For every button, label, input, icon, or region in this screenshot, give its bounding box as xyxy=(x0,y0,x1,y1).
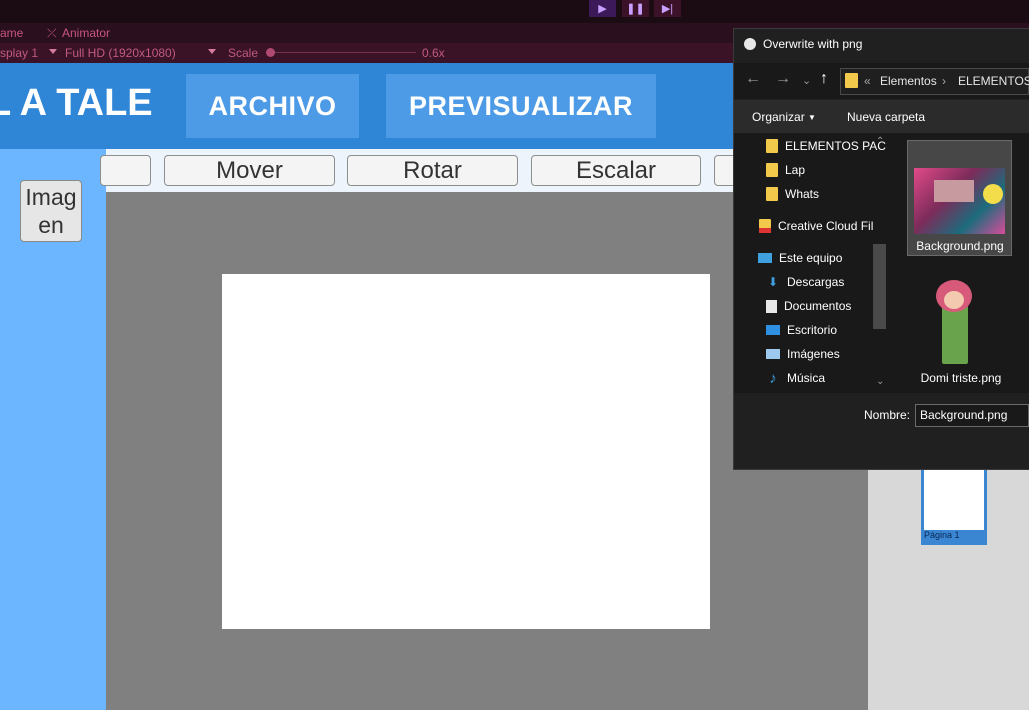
tree-item[interactable]: Imágenes xyxy=(766,343,840,365)
back-arrow-icon[interactable]: ← xyxy=(745,70,761,88)
tree-item-label: Creative Cloud Fil xyxy=(778,219,874,233)
page-thumbnail-label: Página 1 xyxy=(924,530,960,540)
tree-item[interactable]: ♪ Música xyxy=(766,367,825,389)
up-arrow-icon[interactable]: ↑ xyxy=(820,70,828,88)
tree-item[interactable]: Este equipo xyxy=(758,247,842,269)
file-name-input[interactable]: Background.png xyxy=(915,404,1029,427)
display-dropdown[interactable]: splay 1 xyxy=(0,43,38,63)
tree-item[interactable]: Documentos xyxy=(766,295,851,317)
scale-value: 0.6x xyxy=(422,46,445,60)
preview-button[interactable]: PREVISUALIZAR xyxy=(386,74,656,138)
scale-label: Scale xyxy=(228,46,259,60)
creative-cloud-folder-icon xyxy=(759,219,771,233)
tab-animator[interactable]: Animator xyxy=(62,23,110,43)
tree-item[interactable]: Escritorio xyxy=(766,319,837,341)
tree-scrollbar[interactable] xyxy=(873,244,886,329)
scale-button[interactable]: Escalar xyxy=(531,155,701,186)
folder-icon xyxy=(766,139,778,153)
music-icon: ♪ xyxy=(769,369,777,387)
pictures-icon xyxy=(766,349,780,359)
organize-menu[interactable]: Organizar xyxy=(752,110,805,124)
tree-item-label: Whats xyxy=(785,187,820,201)
file-thumbnail-detail xyxy=(944,291,964,309)
tree-item-label: Música xyxy=(787,371,826,385)
chevron-down-icon[interactable]: ⌄ xyxy=(802,74,811,87)
folder-tree: ELEMENTOS PAC Lap Whats Creative Cloud F… xyxy=(734,133,890,393)
tool-button-partial[interactable] xyxy=(100,155,151,186)
breadcrumb-item[interactable]: ELEMENTOS P xyxy=(958,74,1029,88)
animator-icon: ⤫ xyxy=(47,26,57,40)
new-folder-button[interactable]: Nueva carpeta xyxy=(847,110,925,124)
chevron-down-icon: ▼ xyxy=(808,113,816,122)
pause-button[interactable]: ❚❚ xyxy=(622,0,649,17)
file-thumbnail-detail xyxy=(934,180,974,202)
scroll-down-icon[interactable]: ⌄ xyxy=(876,376,884,387)
tree-item-label: ELEMENTOS PAC xyxy=(785,139,886,153)
move-button[interactable]: Mover xyxy=(164,155,335,186)
pause-icon: ❚❚ xyxy=(626,3,645,15)
dialog-title: Overwrite with png xyxy=(763,37,863,51)
desktop-icon xyxy=(766,325,780,335)
play-icon: ▶ xyxy=(598,3,607,15)
step-icon: ▶| xyxy=(661,3,674,15)
image-button-label: Imag en xyxy=(25,184,77,238)
archivo-button[interactable]: ARCHIVO xyxy=(186,74,359,138)
document-icon xyxy=(766,299,777,313)
chevron-down-icon xyxy=(49,49,57,54)
tree-item-label: Descargas xyxy=(787,275,845,289)
tree-item[interactable]: Lap xyxy=(766,159,805,181)
tree-item[interactable]: Whats xyxy=(766,183,819,205)
scale-slider-handle[interactable] xyxy=(266,48,275,57)
editor-toolbar xyxy=(0,0,1029,23)
folder-icon xyxy=(766,187,778,201)
file-name[interactable]: Domi triste.png xyxy=(910,371,1012,385)
tree-item[interactable]: ELEMENTOS PAC xyxy=(766,135,886,157)
page-thumbnail-preview xyxy=(924,470,984,530)
tree-item-label: Lap xyxy=(785,163,806,177)
breadcrumb-overflow-icon[interactable]: « xyxy=(864,74,871,88)
unity-icon xyxy=(744,38,756,50)
download-icon: ⬇ xyxy=(767,275,779,289)
play-button[interactable]: ▶ xyxy=(589,0,616,17)
tree-item-label: Este equipo xyxy=(779,251,843,265)
scale-slider-track[interactable] xyxy=(270,52,416,53)
scroll-up-icon[interactable]: ⌃ xyxy=(876,136,884,147)
step-button[interactable]: ▶| xyxy=(654,0,681,17)
tree-item[interactable]: ⬇ Descargas xyxy=(766,271,844,293)
breadcrumb-separator-icon: › xyxy=(942,74,946,88)
forward-arrow-icon[interactable]: → xyxy=(775,70,791,88)
file-thumbnail-detail xyxy=(983,184,1003,204)
tab-game[interactable]: ame xyxy=(0,23,23,43)
chevron-down-icon xyxy=(208,49,216,54)
tree-item[interactable]: Creative Cloud Fil xyxy=(759,215,873,237)
tree-item-label: Documentos xyxy=(784,299,852,313)
resolution-dropdown[interactable]: Full HD (1920x1080) xyxy=(65,43,176,63)
tree-item-label: Escritorio xyxy=(787,323,838,337)
computer-icon xyxy=(758,253,772,263)
folder-icon xyxy=(845,73,858,88)
app-title: L A TALE xyxy=(0,82,153,124)
breadcrumb-item[interactable]: Elementos xyxy=(880,74,937,88)
tree-item-label: Imágenes xyxy=(787,347,840,361)
rotate-button[interactable]: Rotar xyxy=(347,155,518,186)
file-name: Background.png xyxy=(916,239,1004,253)
folder-icon xyxy=(766,163,778,177)
image-button[interactable]: Imag en xyxy=(20,180,82,242)
canvas-page[interactable] xyxy=(222,274,710,629)
file-name-label: Nombre: xyxy=(864,408,911,422)
